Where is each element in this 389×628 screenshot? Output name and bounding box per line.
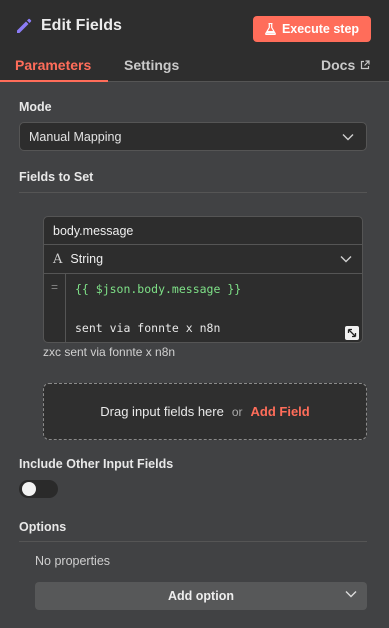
active-tab-indicator <box>0 80 108 82</box>
section-divider <box>19 192 367 193</box>
node-header: Edit Fields Execute step Parameters Sett… <box>0 0 389 82</box>
tab-docs[interactable]: Docs <box>321 57 370 73</box>
add-field-button[interactable]: Add Field <box>251 404 310 419</box>
expression-preview: zxc sent via fonnte x n8n <box>43 345 176 359</box>
expression-gutter: = <box>44 274 66 342</box>
field-type-value: String <box>70 252 104 266</box>
title-row: Edit Fields <box>14 16 122 36</box>
tab-parameters[interactable]: Parameters <box>15 57 91 73</box>
add-option-button[interactable]: Add option <box>35 582 367 610</box>
tab-settings[interactable]: Settings <box>124 57 179 73</box>
mode-value: Manual Mapping <box>29 129 122 144</box>
add-option-label: Add option <box>168 589 234 603</box>
chevron-down-icon <box>345 591 357 598</box>
tab-docs-label: Docs <box>321 57 356 73</box>
no-properties-text: No properties <box>35 554 111 568</box>
field-type-select[interactable]: A String <box>44 245 362 274</box>
field-type-group: A String <box>53 252 103 267</box>
expression-line-1[interactable]: {{ $json.body.message }} <box>75 282 241 296</box>
options-label: Options <box>19 520 67 534</box>
pencil-icon <box>17 18 32 33</box>
execute-step-button[interactable]: Execute step <box>253 16 371 42</box>
field-assignment: body.message A String = {{ $json.body.me… <box>43 216 363 343</box>
mode-select[interactable]: Manual Mapping <box>19 122 367 151</box>
fields-to-set-label: Fields to Set <box>19 170 94 184</box>
include-other-fields-toggle[interactable] <box>19 480 58 498</box>
field-name-input[interactable]: body.message <box>44 217 362 245</box>
chevron-down-icon <box>340 256 352 263</box>
execute-step-label: Execute step <box>281 22 360 36</box>
field-drop-zone[interactable]: Drag input fields here or Add Field <box>43 383 367 440</box>
mode-label: Mode <box>19 100 52 114</box>
drop-zone-or: or <box>231 404 243 419</box>
node-title: Edit Fields <box>41 17 122 34</box>
toggle-knob <box>22 482 36 496</box>
string-type-icon: A <box>53 251 63 267</box>
include-other-fields-label: Include Other Input Fields <box>19 457 174 471</box>
drop-zone-text: Drag input fields here <box>100 404 224 419</box>
expression-line-2[interactable]: sent via fonnte x n8n <box>75 321 220 335</box>
options-divider <box>19 541 367 542</box>
external-link-icon <box>361 60 370 70</box>
expand-editor-icon[interactable] <box>345 326 359 340</box>
chevron-down-icon <box>342 133 354 140</box>
flask-icon <box>265 23 276 35</box>
